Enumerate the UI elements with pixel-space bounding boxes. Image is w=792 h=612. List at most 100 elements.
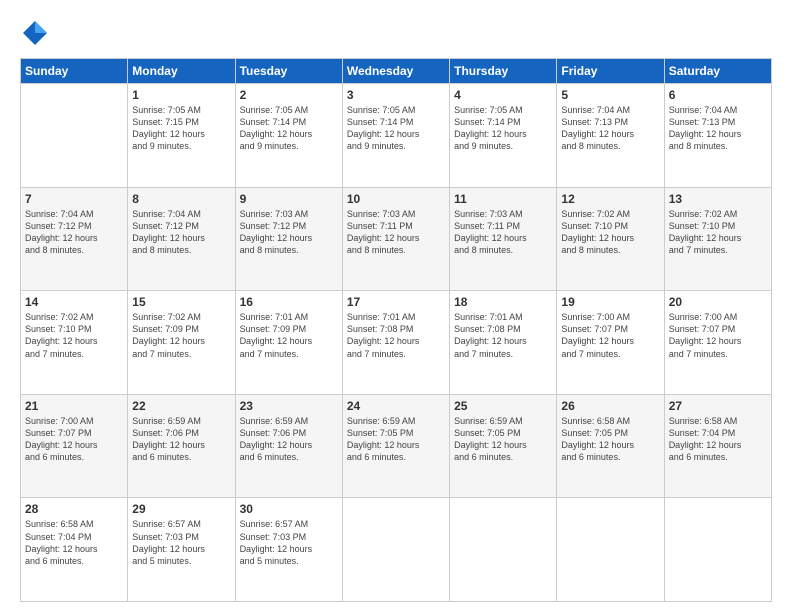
- calendar-table: SundayMondayTuesdayWednesdayThursdayFrid…: [20, 58, 772, 602]
- logo: [20, 18, 56, 48]
- weekday-header: Wednesday: [342, 59, 449, 84]
- day-number: 5: [561, 88, 659, 102]
- day-number: 23: [240, 399, 338, 413]
- day-number: 18: [454, 295, 552, 309]
- day-number: 7: [25, 192, 123, 206]
- calendar-cell: [450, 498, 557, 602]
- calendar-cell: 17 Sunrise: 7:01 AM Sunset: 7:08 PM Dayli…: [342, 291, 449, 395]
- day-info: Sunrise: 7:00 AM Sunset: 7:07 PM Dayligh…: [669, 311, 767, 360]
- day-info: Sunrise: 7:02 AM Sunset: 7:10 PM Dayligh…: [561, 208, 659, 257]
- logo-icon: [20, 18, 50, 48]
- day-number: 11: [454, 192, 552, 206]
- day-info: Sunrise: 6:57 AM Sunset: 7:03 PM Dayligh…: [132, 518, 230, 567]
- day-info: Sunrise: 6:59 AM Sunset: 7:06 PM Dayligh…: [132, 415, 230, 464]
- day-number: 20: [669, 295, 767, 309]
- day-info: Sunrise: 6:59 AM Sunset: 7:06 PM Dayligh…: [240, 415, 338, 464]
- calendar-cell: [342, 498, 449, 602]
- day-info: Sunrise: 7:04 AM Sunset: 7:12 PM Dayligh…: [25, 208, 123, 257]
- day-number: 29: [132, 502, 230, 516]
- calendar-cell: 16 Sunrise: 7:01 AM Sunset: 7:09 PM Dayli…: [235, 291, 342, 395]
- weekday-header: Friday: [557, 59, 664, 84]
- day-number: 17: [347, 295, 445, 309]
- day-info: Sunrise: 6:57 AM Sunset: 7:03 PM Dayligh…: [240, 518, 338, 567]
- day-number: 14: [25, 295, 123, 309]
- calendar-cell: 21 Sunrise: 7:00 AM Sunset: 7:07 PM Dayli…: [21, 394, 128, 498]
- day-info: Sunrise: 7:02 AM Sunset: 7:09 PM Dayligh…: [132, 311, 230, 360]
- day-info: Sunrise: 7:01 AM Sunset: 7:09 PM Dayligh…: [240, 311, 338, 360]
- calendar-week-row: 28 Sunrise: 6:58 AM Sunset: 7:04 PM Dayli…: [21, 498, 772, 602]
- calendar-header-row: SundayMondayTuesdayWednesdayThursdayFrid…: [21, 59, 772, 84]
- weekday-header: Monday: [128, 59, 235, 84]
- calendar-cell: [557, 498, 664, 602]
- calendar-cell: 2 Sunrise: 7:05 AM Sunset: 7:14 PM Daylig…: [235, 84, 342, 188]
- calendar-week-row: 14 Sunrise: 7:02 AM Sunset: 7:10 PM Dayli…: [21, 291, 772, 395]
- weekday-header: Saturday: [664, 59, 771, 84]
- calendar-cell: 24 Sunrise: 6:59 AM Sunset: 7:05 PM Dayli…: [342, 394, 449, 498]
- day-info: Sunrise: 7:01 AM Sunset: 7:08 PM Dayligh…: [454, 311, 552, 360]
- day-info: Sunrise: 6:59 AM Sunset: 7:05 PM Dayligh…: [347, 415, 445, 464]
- calendar-cell: 1 Sunrise: 7:05 AM Sunset: 7:15 PM Daylig…: [128, 84, 235, 188]
- day-info: Sunrise: 7:03 AM Sunset: 7:12 PM Dayligh…: [240, 208, 338, 257]
- calendar-cell: 30 Sunrise: 6:57 AM Sunset: 7:03 PM Dayli…: [235, 498, 342, 602]
- day-info: Sunrise: 7:04 AM Sunset: 7:12 PM Dayligh…: [132, 208, 230, 257]
- calendar-cell: 23 Sunrise: 6:59 AM Sunset: 7:06 PM Dayli…: [235, 394, 342, 498]
- day-number: 25: [454, 399, 552, 413]
- day-info: Sunrise: 7:04 AM Sunset: 7:13 PM Dayligh…: [669, 104, 767, 153]
- day-info: Sunrise: 7:05 AM Sunset: 7:14 PM Dayligh…: [454, 104, 552, 153]
- calendar-cell: 6 Sunrise: 7:04 AM Sunset: 7:13 PM Daylig…: [664, 84, 771, 188]
- day-number: 6: [669, 88, 767, 102]
- calendar-cell: 27Sunrise: 6:58 AM Sunset: 7:04 PM Dayli…: [664, 394, 771, 498]
- day-info: Sunrise: 7:00 AM Sunset: 7:07 PM Dayligh…: [25, 415, 123, 464]
- weekday-header: Sunday: [21, 59, 128, 84]
- calendar-cell: 9 Sunrise: 7:03 AM Sunset: 7:12 PM Daylig…: [235, 187, 342, 291]
- day-number: 8: [132, 192, 230, 206]
- day-info: Sunrise: 7:00 AM Sunset: 7:07 PM Dayligh…: [561, 311, 659, 360]
- calendar-cell: [664, 498, 771, 602]
- day-info: Sunrise: 6:59 AM Sunset: 7:05 PM Dayligh…: [454, 415, 552, 464]
- day-info: Sunrise: 7:02 AM Sunset: 7:10 PM Dayligh…: [669, 208, 767, 257]
- page: SundayMondayTuesdayWednesdayThursdayFrid…: [0, 0, 792, 612]
- calendar-cell: [21, 84, 128, 188]
- day-info: Sunrise: 7:02 AM Sunset: 7:10 PM Dayligh…: [25, 311, 123, 360]
- calendar-cell: 19 Sunrise: 7:00 AM Sunset: 7:07 PM Dayli…: [557, 291, 664, 395]
- calendar-cell: 4 Sunrise: 7:05 AM Sunset: 7:14 PM Daylig…: [450, 84, 557, 188]
- day-number: 16: [240, 295, 338, 309]
- day-number: 10: [347, 192, 445, 206]
- calendar-cell: 5 Sunrise: 7:04 AM Sunset: 7:13 PM Daylig…: [557, 84, 664, 188]
- calendar-cell: 26Sunrise: 6:58 AM Sunset: 7:05 PM Dayli…: [557, 394, 664, 498]
- calendar-cell: 28 Sunrise: 6:58 AM Sunset: 7:04 PM Dayli…: [21, 498, 128, 602]
- day-number: 19: [561, 295, 659, 309]
- calendar-cell: 13 Sunrise: 7:02 AM Sunset: 7:10 PM Dayli…: [664, 187, 771, 291]
- day-number: 21: [25, 399, 123, 413]
- calendar-cell: 14 Sunrise: 7:02 AM Sunset: 7:10 PM Dayli…: [21, 291, 128, 395]
- calendar-week-row: 7 Sunrise: 7:04 AM Sunset: 7:12 PM Daylig…: [21, 187, 772, 291]
- day-number: 2: [240, 88, 338, 102]
- day-info: Sunrise: 7:05 AM Sunset: 7:14 PM Dayligh…: [347, 104, 445, 153]
- day-info: Sunrise: 7:01 AM Sunset: 7:08 PM Dayligh…: [347, 311, 445, 360]
- calendar-cell: 18 Sunrise: 7:01 AM Sunset: 7:08 PM Dayli…: [450, 291, 557, 395]
- day-info: Sunrise: 7:04 AM Sunset: 7:13 PM Dayligh…: [561, 104, 659, 153]
- calendar-cell: 20 Sunrise: 7:00 AM Sunset: 7:07 PM Dayli…: [664, 291, 771, 395]
- weekday-header: Tuesday: [235, 59, 342, 84]
- calendar-cell: 11Sunrise: 7:03 AM Sunset: 7:11 PM Dayli…: [450, 187, 557, 291]
- day-number: 15: [132, 295, 230, 309]
- day-number: 4: [454, 88, 552, 102]
- day-number: 24: [347, 399, 445, 413]
- day-number: 28: [25, 502, 123, 516]
- calendar-cell: 15 Sunrise: 7:02 AM Sunset: 7:09 PM Dayli…: [128, 291, 235, 395]
- day-number: 30: [240, 502, 338, 516]
- day-info: Sunrise: 7:05 AM Sunset: 7:14 PM Dayligh…: [240, 104, 338, 153]
- day-number: 9: [240, 192, 338, 206]
- day-number: 13: [669, 192, 767, 206]
- day-info: Sunrise: 7:05 AM Sunset: 7:15 PM Dayligh…: [132, 104, 230, 153]
- calendar-week-row: 1 Sunrise: 7:05 AM Sunset: 7:15 PM Daylig…: [21, 84, 772, 188]
- day-number: 3: [347, 88, 445, 102]
- day-info: Sunrise: 6:58 AM Sunset: 7:04 PM Dayligh…: [25, 518, 123, 567]
- calendar-cell: 12Sunrise: 7:02 AM Sunset: 7:10 PM Dayli…: [557, 187, 664, 291]
- day-number: 1: [132, 88, 230, 102]
- calendar-cell: 3 Sunrise: 7:05 AM Sunset: 7:14 PM Daylig…: [342, 84, 449, 188]
- day-info: Sunrise: 6:58 AM Sunset: 7:04 PM Dayligh…: [669, 415, 767, 464]
- calendar-week-row: 21 Sunrise: 7:00 AM Sunset: 7:07 PM Dayli…: [21, 394, 772, 498]
- day-info: Sunrise: 7:03 AM Sunset: 7:11 PM Dayligh…: [347, 208, 445, 257]
- calendar-cell: 8 Sunrise: 7:04 AM Sunset: 7:12 PM Daylig…: [128, 187, 235, 291]
